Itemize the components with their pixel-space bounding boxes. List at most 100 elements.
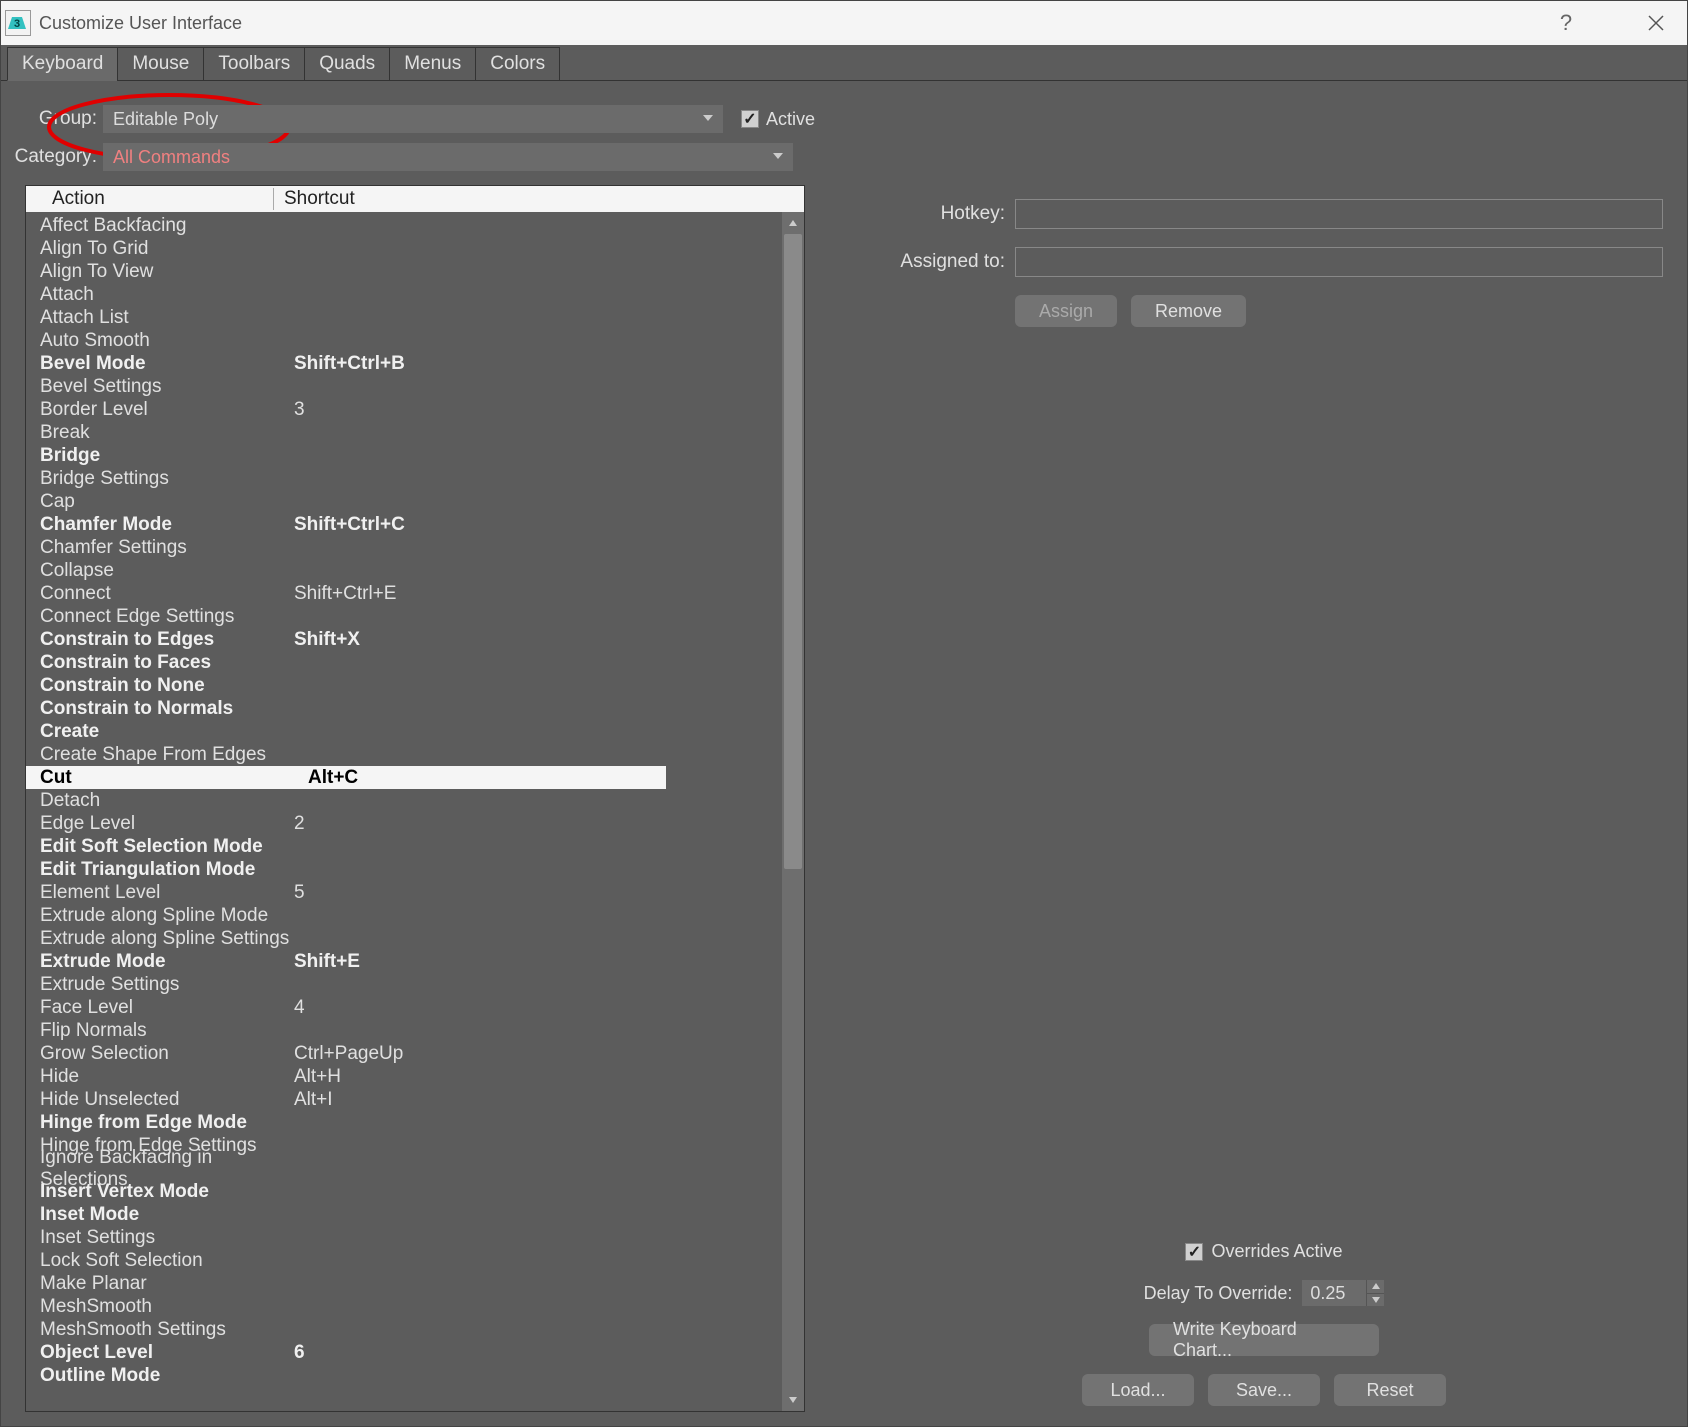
action-row[interactable]: Extrude ModeShift+E <box>40 950 782 973</box>
action-shortcut: Shift+E <box>294 951 782 973</box>
action-row[interactable]: Edit Soft Selection Mode <box>40 835 782 858</box>
scrollbar-vertical[interactable] <box>782 212 804 1411</box>
tab-mouse[interactable]: Mouse <box>117 47 204 81</box>
action-name: Bridge Settings <box>40 468 294 490</box>
action-shortcut: 2 <box>294 813 782 835</box>
header-action[interactable]: Action <box>26 188 274 210</box>
action-row[interactable]: Constrain to Normals <box>40 697 782 720</box>
hotkey-input[interactable] <box>1015 199 1663 229</box>
action-row[interactable]: CutAlt+C <box>26 766 666 789</box>
action-row[interactable]: Border Level3 <box>40 398 782 421</box>
action-row[interactable]: Object Level6 <box>40 1341 782 1364</box>
tab-keyboard[interactable]: Keyboard <box>7 47 118 81</box>
tab-toolbars[interactable]: Toolbars <box>203 47 305 81</box>
action-row[interactable]: Extrude along Spline Mode <box>40 904 782 927</box>
action-row[interactable]: Affect Backfacing <box>40 214 782 237</box>
action-row[interactable]: Bevel Settings <box>40 375 782 398</box>
action-row[interactable]: Create Shape From Edges <box>40 743 782 766</box>
action-row[interactable]: Auto Smooth <box>40 329 782 352</box>
action-row[interactable]: Extrude Settings <box>40 973 782 996</box>
action-name: Extrude Settings <box>40 974 294 996</box>
assign-button[interactable]: Assign <box>1015 295 1117 327</box>
delay-value: 0.25 <box>1310 1283 1345 1304</box>
scroll-up-icon[interactable] <box>782 212 804 234</box>
header-shortcut[interactable]: Shortcut <box>274 188 804 210</box>
action-row[interactable]: Break <box>40 421 782 444</box>
overrides-active-checkbox[interactable] <box>1185 1243 1203 1261</box>
action-name: Extrude along Spline Mode <box>40 905 294 927</box>
action-row[interactable]: Inset Mode <box>40 1203 782 1226</box>
action-row[interactable]: Create <box>40 720 782 743</box>
action-name: MeshSmooth Settings <box>40 1319 294 1341</box>
category-value: All Commands <box>113 147 230 168</box>
help-icon[interactable]: ? <box>1541 3 1591 43</box>
action-row[interactable]: Edit Triangulation Mode <box>40 858 782 881</box>
action-name: Extrude along Spline Settings <box>40 928 294 950</box>
group-dropdown[interactable]: Editable Poly <box>103 105 723 133</box>
action-name: Connect Edge Settings <box>40 606 294 628</box>
action-row[interactable]: Extrude along Spline Settings <box>40 927 782 950</box>
scroll-thumb[interactable] <box>784 234 802 869</box>
action-row[interactable]: Align To View <box>40 260 782 283</box>
action-row[interactable]: MeshSmooth Settings <box>40 1318 782 1341</box>
action-row[interactable]: Chamfer Settings <box>40 536 782 559</box>
action-row[interactable]: Bevel ModeShift+Ctrl+B <box>40 352 782 375</box>
action-row[interactable]: Bridge <box>40 444 782 467</box>
titlebar: 3 Customize User Interface ? <box>1 1 1687 45</box>
action-row[interactable]: Outline Mode <box>40 1364 782 1387</box>
active-checkbox[interactable] <box>741 110 759 128</box>
action-row[interactable]: Inset Settings <box>40 1226 782 1249</box>
assigned-input[interactable] <box>1015 247 1663 277</box>
action-row[interactable]: Edge Level2 <box>40 812 782 835</box>
category-dropdown[interactable]: All Commands <box>103 143 793 171</box>
action-row[interactable]: Insert Vertex Mode <box>40 1180 782 1203</box>
action-row[interactable]: Attach <box>40 283 782 306</box>
action-name: Cap <box>40 491 294 513</box>
tab-colors[interactable]: Colors <box>475 47 560 81</box>
spinner-up-icon[interactable] <box>1366 1280 1384 1294</box>
action-row[interactable]: MeshSmooth <box>40 1295 782 1318</box>
action-row[interactable]: Hide UnselectedAlt+I <box>40 1088 782 1111</box>
load-button[interactable]: Load... <box>1082 1374 1194 1406</box>
action-name: Cut <box>40 767 308 789</box>
action-row[interactable]: Hinge from Edge Mode <box>40 1111 782 1134</box>
action-row[interactable]: Constrain to Faces <box>40 651 782 674</box>
spinner-down-icon[interactable] <box>1366 1294 1384 1307</box>
action-row[interactable]: Cap <box>40 490 782 513</box>
action-row[interactable]: Bridge Settings <box>40 467 782 490</box>
scroll-down-icon[interactable] <box>782 1389 804 1411</box>
close-icon[interactable] <box>1631 3 1681 43</box>
remove-button[interactable]: Remove <box>1131 295 1246 327</box>
action-row[interactable]: HideAlt+H <box>40 1065 782 1088</box>
action-row[interactable]: Attach List <box>40 306 782 329</box>
action-row[interactable]: Element Level5 <box>40 881 782 904</box>
action-row[interactable]: Constrain to None <box>40 674 782 697</box>
action-shortcut: Alt+C <box>308 767 666 789</box>
chevron-down-icon <box>703 115 713 121</box>
action-name: Make Planar <box>40 1273 294 1295</box>
tab-quads[interactable]: Quads <box>304 47 390 81</box>
tab-menus[interactable]: Menus <box>389 47 476 81</box>
action-shortcut: 4 <box>294 997 782 1019</box>
action-row[interactable]: Align To Grid <box>40 237 782 260</box>
action-name: Constrain to None <box>40 675 294 697</box>
action-row[interactable]: Face Level4 <box>40 996 782 1019</box>
reset-button[interactable]: Reset <box>1334 1374 1446 1406</box>
action-row[interactable]: Grow SelectionCtrl+PageUp <box>40 1042 782 1065</box>
action-row[interactable]: Collapse <box>40 559 782 582</box>
action-name: Extrude Mode <box>40 951 294 973</box>
action-row[interactable]: ConnectShift+Ctrl+E <box>40 582 782 605</box>
action-row[interactable]: Constrain to EdgesShift+X <box>40 628 782 651</box>
action-row[interactable]: Connect Edge Settings <box>40 605 782 628</box>
group-label: Group: <box>11 108 97 130</box>
action-row[interactable]: Detach <box>40 789 782 812</box>
action-name: Hide Unselected <box>40 1089 294 1111</box>
save-button[interactable]: Save... <box>1208 1374 1320 1406</box>
delay-spinner[interactable]: 0.25 <box>1302 1280 1384 1306</box>
action-row[interactable]: Chamfer ModeShift+Ctrl+C <box>40 513 782 536</box>
action-row[interactable]: Ignore Backfacing in Selections <box>40 1157 782 1180</box>
action-row[interactable]: Flip Normals <box>40 1019 782 1042</box>
action-row[interactable]: Make Planar <box>40 1272 782 1295</box>
write-keyboard-chart-button[interactable]: Write Keyboard Chart... <box>1149 1324 1379 1356</box>
action-row[interactable]: Lock Soft Selection <box>40 1249 782 1272</box>
